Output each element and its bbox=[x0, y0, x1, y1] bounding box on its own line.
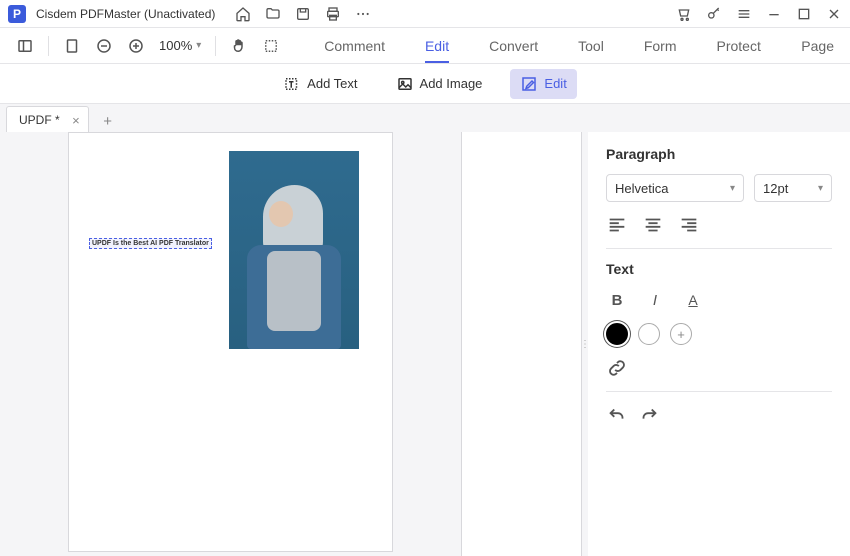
save-icon[interactable] bbox=[295, 6, 311, 22]
redo-icon[interactable] bbox=[638, 404, 660, 426]
align-center-icon[interactable] bbox=[642, 214, 664, 236]
titlebar-quick-icons bbox=[235, 6, 371, 22]
menu-icon[interactable] bbox=[736, 6, 752, 22]
home-icon[interactable] bbox=[235, 6, 251, 22]
zoom-value: 100% bbox=[159, 38, 192, 53]
main-tabs: Comment Edit Convert Tool Form Protect bbox=[324, 30, 787, 62]
edit-icon bbox=[520, 75, 538, 93]
sidebar-toggle-icon[interactable] bbox=[16, 37, 34, 55]
canvas-gutter bbox=[462, 132, 582, 556]
minimize-icon[interactable] bbox=[766, 6, 782, 22]
align-right-icon[interactable] bbox=[678, 214, 700, 236]
add-text-button[interactable]: Add Text bbox=[273, 69, 367, 99]
pdf-page[interactable]: UPDF Is the Best AI PDF Translator bbox=[68, 132, 393, 552]
add-image-icon bbox=[396, 75, 414, 93]
color-black-swatch[interactable] bbox=[606, 323, 628, 345]
link-icon[interactable] bbox=[606, 357, 628, 379]
zoom-in-icon[interactable] bbox=[127, 37, 145, 55]
separator bbox=[215, 36, 216, 56]
image-content bbox=[269, 201, 293, 227]
page-tab[interactable]: Page bbox=[801, 38, 834, 54]
key-icon[interactable] bbox=[706, 6, 722, 22]
text-style-row: B I A bbox=[606, 289, 832, 311]
tab-form[interactable]: Form bbox=[644, 30, 677, 62]
tab-convert[interactable]: Convert bbox=[489, 30, 538, 62]
add-text-icon bbox=[283, 75, 301, 93]
add-tab-button[interactable]: + bbox=[97, 110, 119, 132]
zoom-select[interactable]: 100% ▾ bbox=[159, 38, 201, 53]
zoom-out-icon[interactable] bbox=[95, 37, 113, 55]
tab-edit[interactable]: Edit bbox=[425, 30, 449, 62]
main-toolbar: 100% ▾ Comment Edit Convert Tool Form Pro… bbox=[0, 28, 850, 64]
selected-text-box[interactable]: UPDF Is the Best AI PDF Translator bbox=[89, 238, 212, 249]
image-content bbox=[267, 251, 321, 331]
font-family-value: Helvetica bbox=[615, 181, 668, 196]
window-controls bbox=[676, 6, 842, 22]
properties-panel: Paragraph Helvetica ▾ 12pt ▾ Text B I A bbox=[588, 132, 850, 556]
chevron-down-icon: ▾ bbox=[730, 183, 735, 194]
add-color-icon[interactable]: + bbox=[670, 323, 692, 345]
edit-button[interactable]: Edit bbox=[510, 69, 576, 99]
fit-page-icon[interactable] bbox=[63, 37, 81, 55]
bold-icon[interactable]: B bbox=[606, 289, 628, 311]
add-image-label: Add Image bbox=[420, 76, 483, 91]
font-size-select[interactable]: 12pt ▾ bbox=[754, 174, 832, 202]
undo-icon[interactable] bbox=[606, 404, 628, 426]
history-row bbox=[606, 404, 832, 426]
select-area-icon[interactable] bbox=[262, 37, 280, 55]
divider bbox=[606, 391, 832, 392]
hand-tool-icon[interactable] bbox=[230, 37, 248, 55]
more-icon[interactable] bbox=[355, 6, 371, 22]
paragraph-heading: Paragraph bbox=[606, 146, 832, 162]
app-title: Cisdem PDFMaster (Unactivated) bbox=[36, 7, 215, 21]
cart-icon[interactable] bbox=[676, 6, 692, 22]
chevron-down-icon: ▾ bbox=[818, 183, 823, 194]
tab-protect[interactable]: Protect bbox=[716, 30, 760, 62]
canvas-area[interactable]: UPDF Is the Best AI PDF Translator bbox=[0, 132, 462, 556]
app-icon: P bbox=[8, 5, 26, 23]
color-none-swatch[interactable] bbox=[638, 323, 660, 345]
close-icon[interactable] bbox=[826, 6, 842, 22]
tab-comment[interactable]: Comment bbox=[324, 30, 385, 62]
titlebar: P Cisdem PDFMaster (Unactivated) bbox=[0, 0, 850, 28]
tab-tool[interactable]: Tool bbox=[578, 30, 604, 62]
document-tab[interactable]: UPDF * × bbox=[6, 106, 89, 132]
print-icon[interactable] bbox=[325, 6, 341, 22]
page-image[interactable] bbox=[229, 151, 359, 349]
underline-icon[interactable]: A bbox=[682, 289, 704, 311]
workspace: UPDF Is the Best AI PDF Translator ⋮ Par… bbox=[0, 132, 850, 556]
edit-label: Edit bbox=[544, 76, 566, 91]
separator bbox=[48, 36, 49, 56]
font-row: Helvetica ▾ 12pt ▾ bbox=[606, 174, 832, 202]
add-image-button[interactable]: Add Image bbox=[386, 69, 493, 99]
color-row: + bbox=[606, 323, 832, 345]
font-family-select[interactable]: Helvetica ▾ bbox=[606, 174, 744, 202]
document-tab-bar: UPDF * × + bbox=[0, 104, 850, 132]
font-size-value: 12pt bbox=[763, 181, 788, 196]
add-text-label: Add Text bbox=[307, 76, 357, 91]
italic-icon[interactable]: I bbox=[644, 289, 666, 311]
divider bbox=[606, 248, 832, 249]
text-heading: Text bbox=[606, 261, 832, 277]
edit-subtoolbar: Add Text Add Image Edit bbox=[0, 64, 850, 104]
alignment-row bbox=[606, 214, 832, 236]
close-tab-icon[interactable]: × bbox=[72, 113, 80, 128]
chevron-down-icon: ▾ bbox=[196, 40, 201, 51]
document-tab-label: UPDF * bbox=[19, 113, 60, 127]
align-left-icon[interactable] bbox=[606, 214, 628, 236]
maximize-icon[interactable] bbox=[796, 6, 812, 22]
open-folder-icon[interactable] bbox=[265, 6, 281, 22]
